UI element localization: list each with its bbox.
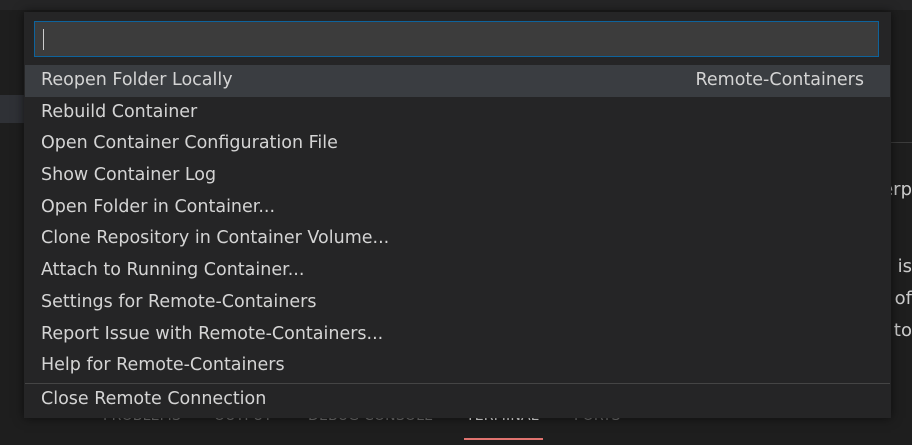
quick-pick-item-attach-running-container[interactable]: Attach to Running Container... (25, 255, 890, 287)
vscode-window: erp is of to PROBLEMS OUTPUT DEBUG CONSO… (0, 0, 912, 445)
quick-pick-item-settings[interactable]: Settings for Remote-Containers (25, 287, 890, 319)
text-cursor (43, 29, 44, 50)
item-label: Attach to Running Container... (41, 260, 305, 281)
quick-pick-item-open-folder-in-container[interactable]: Open Folder in Container... (25, 192, 890, 224)
item-label: Help for Remote-Containers (41, 355, 285, 376)
quick-pick-item-show-container-log[interactable]: Show Container Log (25, 160, 890, 192)
item-label: Report Issue with Remote-Containers... (41, 323, 384, 344)
quick-pick-item-clone-repository[interactable]: Clone Repository in Container Volume... (25, 223, 890, 255)
quick-pick-item-reopen-folder-locally[interactable]: Reopen Folder Locally Remote-Containers (25, 65, 890, 97)
item-label: Rebuild Container (41, 101, 198, 122)
quick-pick-list: Reopen Folder Locally Remote-Containers … (25, 65, 890, 416)
item-label: Show Container Log (41, 165, 217, 186)
editor-text-fragment: is (897, 256, 912, 277)
quick-pick-input[interactable] (35, 22, 878, 56)
item-label: Open Container Configuration File (41, 133, 338, 154)
quick-pick-item-help[interactable]: Help for Remote-Containers (25, 350, 890, 382)
item-label: Open Folder in Container... (41, 196, 276, 217)
item-label: Clone Repository in Container Volume... (41, 228, 390, 249)
quick-pick-input-box[interactable] (34, 21, 879, 57)
item-label: Settings for Remote-Containers (41, 291, 317, 312)
quick-pick-item-open-container-config[interactable]: Open Container Configuration File (25, 128, 890, 160)
editor-text-fragment: of (894, 288, 912, 309)
item-label: Close Remote Connection (41, 388, 267, 409)
editor-text-fragment: to (893, 320, 912, 341)
title-bar (0, 0, 912, 10)
item-label: Reopen Folder Locally (41, 70, 233, 90)
quick-pick-item-report-issue[interactable]: Report Issue with Remote-Containers... (25, 319, 890, 351)
item-detail: Remote-Containers (695, 70, 864, 90)
quick-pick-item-rebuild-container[interactable]: Rebuild Container (25, 97, 890, 129)
quick-pick-item-close-remote-connection[interactable]: Close Remote Connection (25, 384, 890, 416)
sidebar-strip (0, 95, 25, 123)
active-tab-indicator (464, 438, 543, 440)
quick-pick-widget: Reopen Folder Locally Remote-Containers … (24, 12, 891, 418)
editor-pane: erp is of to (882, 142, 912, 393)
